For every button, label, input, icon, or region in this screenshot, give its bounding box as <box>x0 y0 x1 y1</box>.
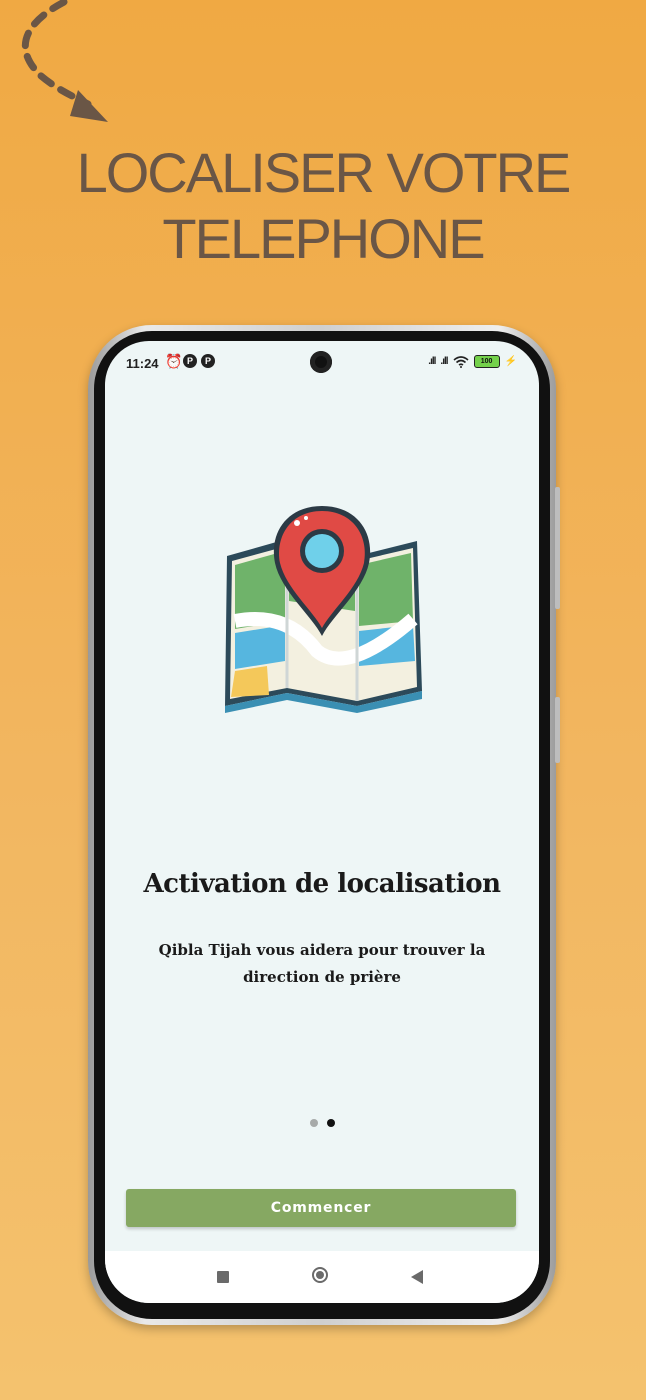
app-notification-icon: P <box>183 354 197 368</box>
battery-icon: 100 <box>473 355 500 368</box>
home-button[interactable] <box>312 1267 328 1283</box>
start-button[interactable]: Commencer <box>126 1189 516 1227</box>
system-nav-bar <box>105 1251 539 1303</box>
app-notification-icon: P <box>201 354 215 368</box>
system-icons: .ıll .ıll 100 ⚡ <box>428 355 517 368</box>
onboarding-title: Activation de localisation <box>143 869 501 899</box>
signal-icon: .ıll <box>428 356 436 367</box>
notification-icons: ⏰ P P <box>165 354 215 368</box>
headline-line-1: LOCALISER VOTRE <box>76 141 572 204</box>
page-headline: LOCALISER VOTRE TELEPHONE <box>0 140 646 272</box>
map-pin-illustration <box>225 506 422 713</box>
onboarding-subtitle: Qibla Tijah vous aidera pour trouver la … <box>158 941 486 986</box>
phone-screen: 11:24 ⏰ P P .ıll .ıll 100 ⚡ Activation d… <box>105 341 539 1303</box>
power-button <box>555 697 560 763</box>
front-camera <box>310 351 332 373</box>
wifi-icon <box>453 355 469 368</box>
recent-apps-button[interactable] <box>217 1271 229 1283</box>
phone-mockup: 11:24 ⏰ P P .ıll .ıll 100 ⚡ Activation d… <box>88 325 560 1325</box>
page-dot-2[interactable] <box>326 1119 335 1127</box>
status-time: 11:24 <box>126 356 159 371</box>
alarm-off-icon: ⏰ <box>165 353 183 369</box>
page-dot-1[interactable] <box>309 1119 318 1127</box>
signal-icon: .ıll <box>440 356 448 367</box>
volume-button <box>555 487 560 609</box>
charging-icon: ⚡ <box>504 356 517 367</box>
dashed-arrow-icon <box>21 0 108 122</box>
status-bar: 11:24 ⏰ P P .ıll .ıll 100 ⚡ <box>105 341 539 385</box>
headline-line-2: TELEPHONE <box>162 207 485 270</box>
page-indicator <box>105 1119 539 1127</box>
back-button[interactable] <box>411 1270 423 1284</box>
